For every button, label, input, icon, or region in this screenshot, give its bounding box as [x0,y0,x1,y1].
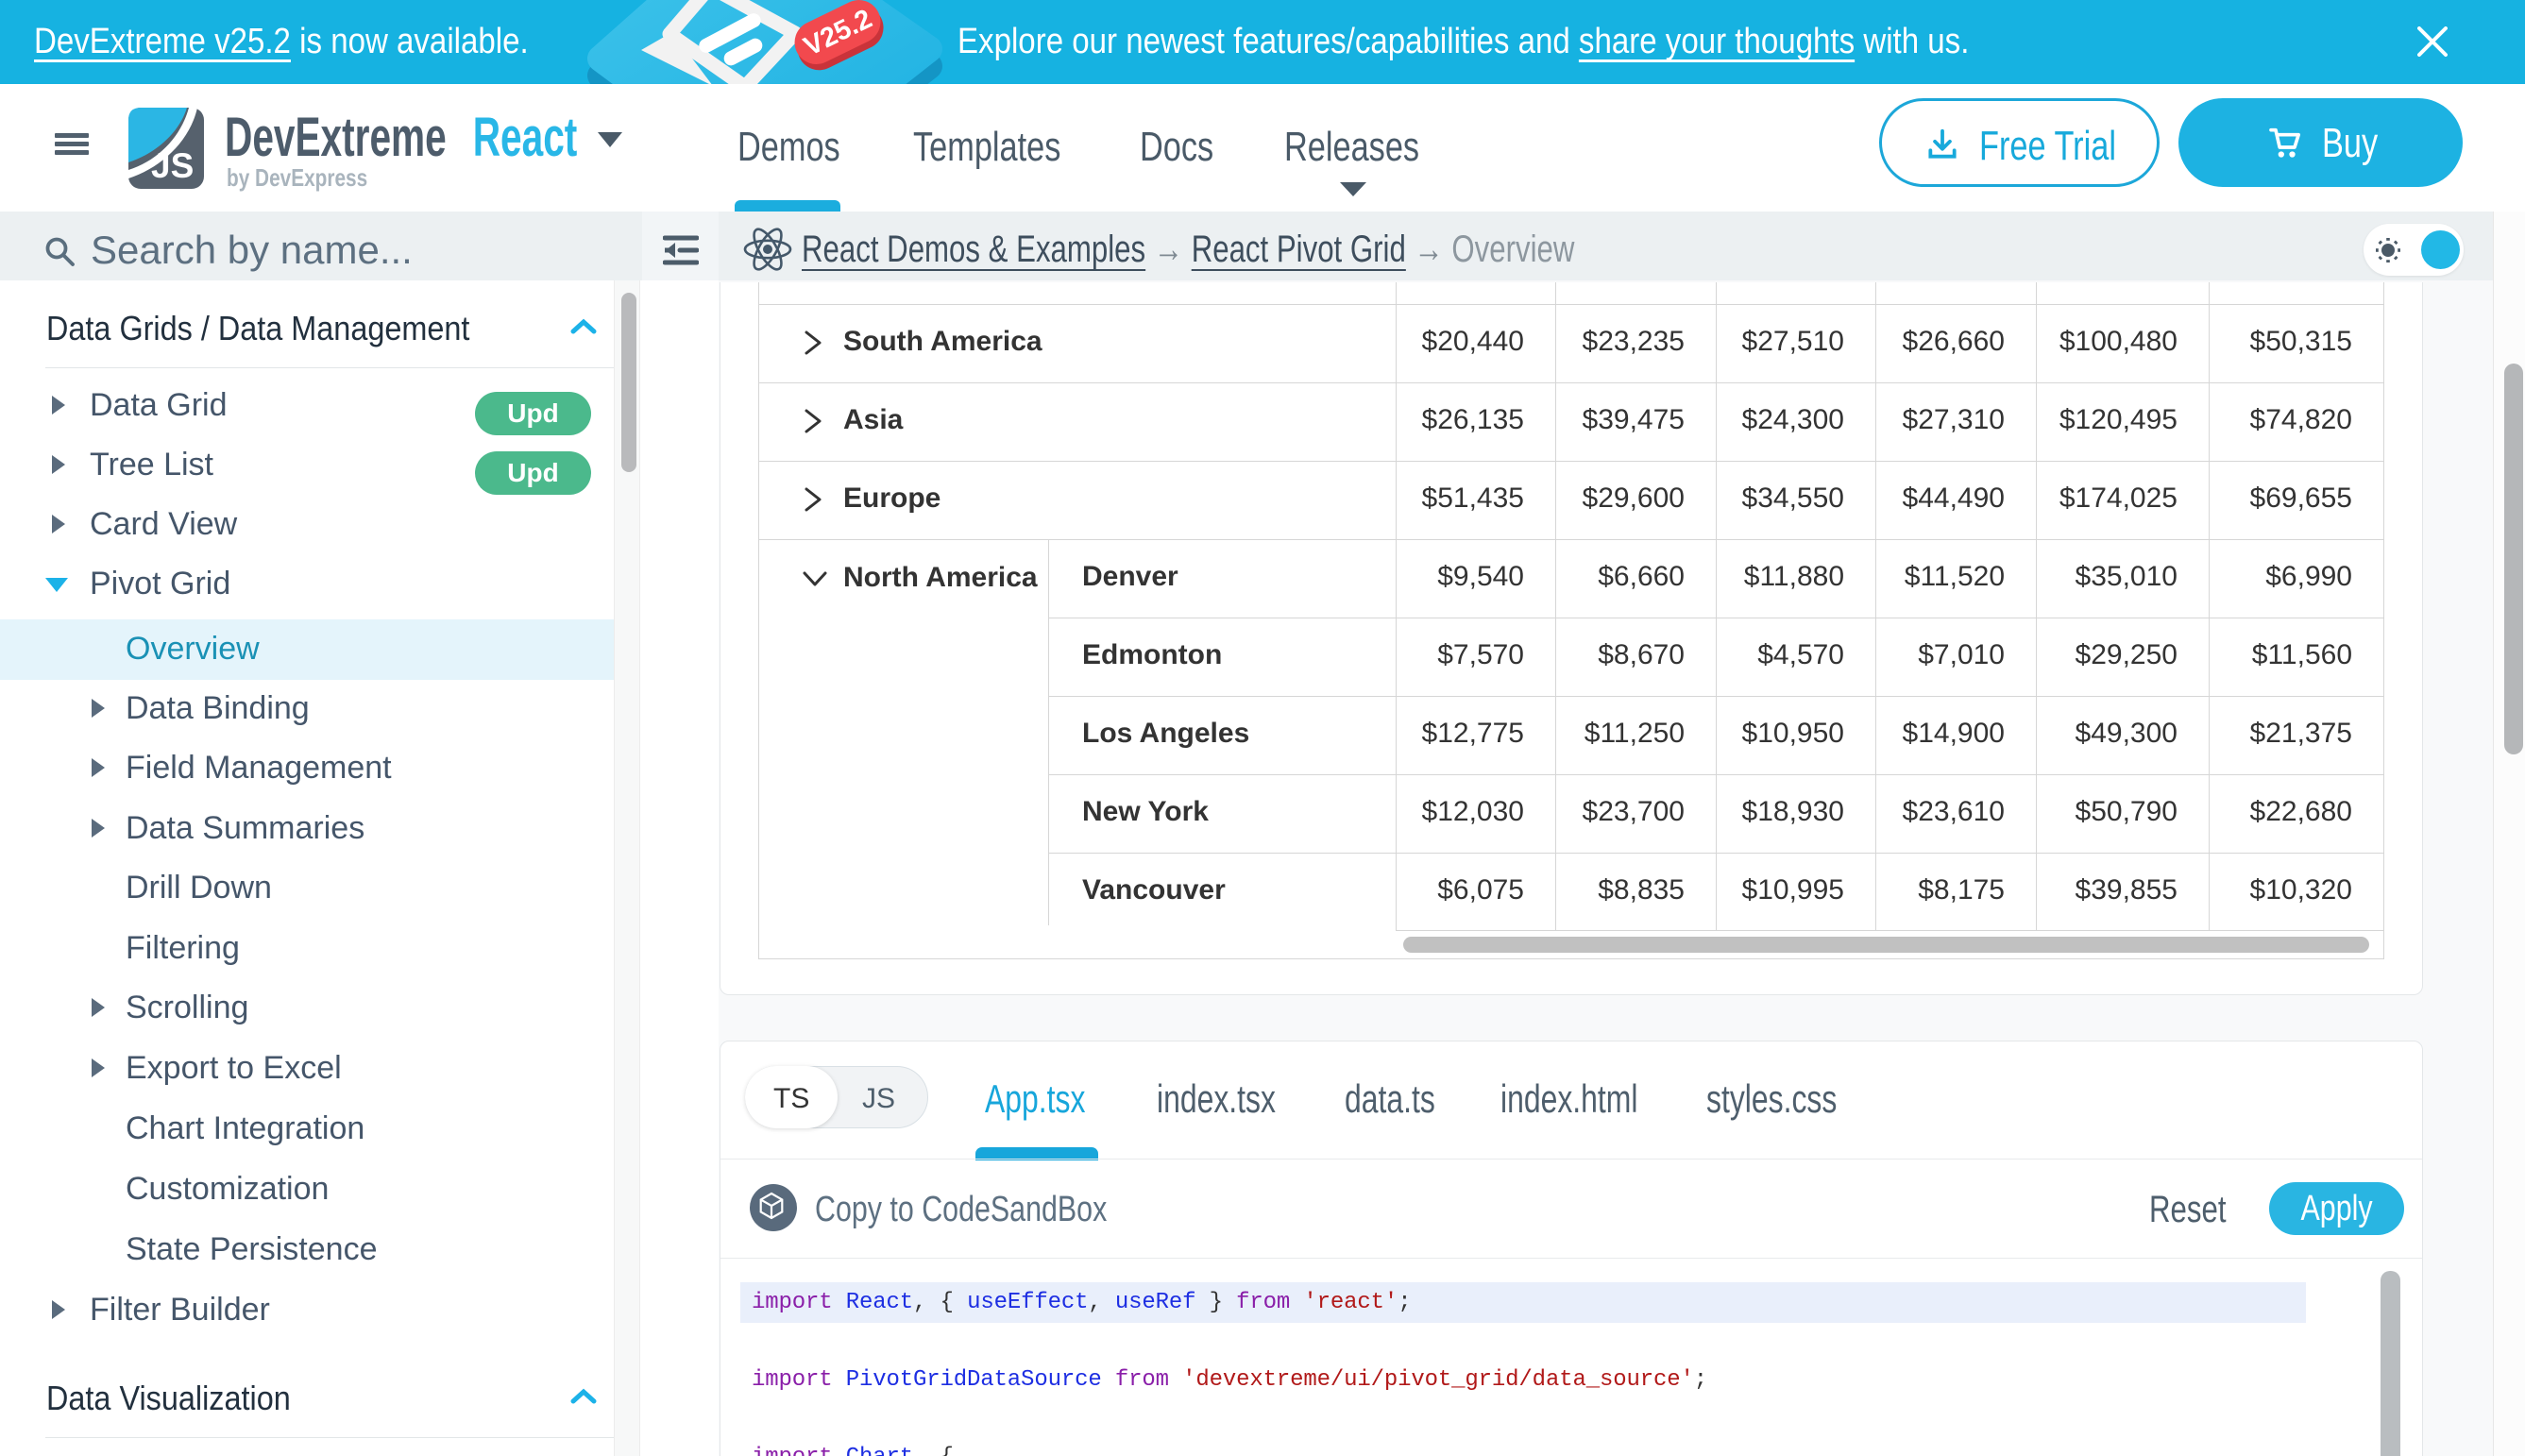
svg-text:JS: JS [151,146,194,185]
